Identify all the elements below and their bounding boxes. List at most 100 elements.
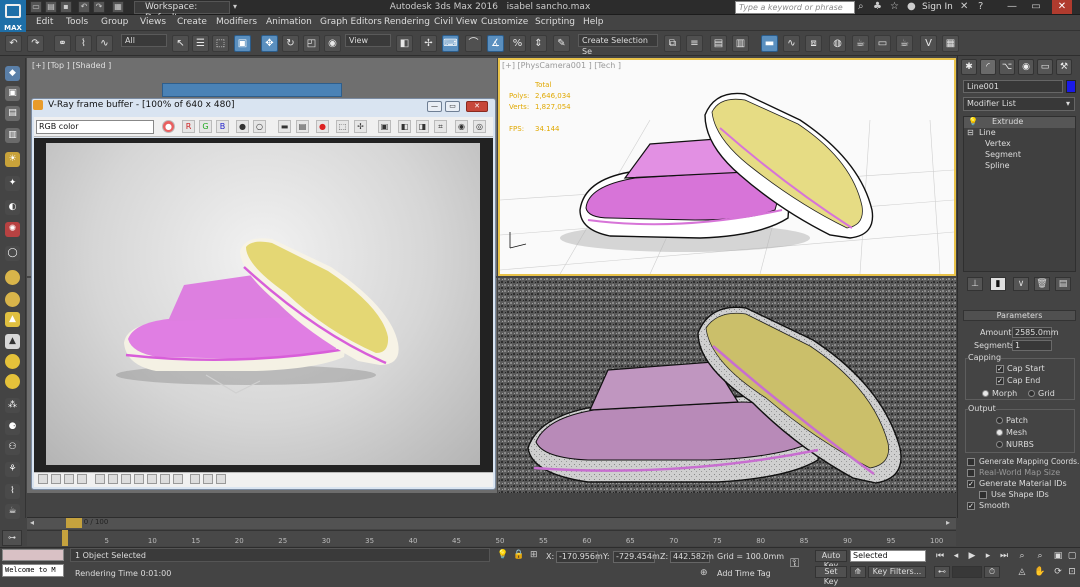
grid-radio[interactable] (1028, 390, 1035, 397)
configure-sets-icon[interactable]: ▤ (1055, 277, 1071, 291)
dynamics-icon[interactable]: ⚈ (5, 420, 20, 435)
reference-coord-dropdown[interactable]: View (345, 34, 391, 47)
vray-displacement-icon[interactable]: ◯ (5, 246, 20, 261)
set-key-mode-icon[interactable]: ⚿ (790, 556, 799, 571)
morph-label[interactable]: Morph (992, 389, 1017, 398)
next-frame-icon[interactable]: ▸ (982, 550, 994, 562)
pivot-center-icon[interactable]: ◧ (396, 35, 413, 52)
pin-stack-icon[interactable]: ⊥ (967, 277, 983, 291)
vfb-curves-icon[interactable] (147, 474, 157, 484)
current-frame-field[interactable] (952, 566, 982, 578)
stack-item-line[interactable]: Line (979, 128, 996, 137)
cone-icon[interactable]: ▲ (5, 312, 20, 327)
vray-render-icon[interactable]: V (920, 35, 937, 52)
redo-icon[interactable]: ↷ (93, 1, 105, 13)
key-filters-button[interactable]: Key Filters... (868, 566, 926, 578)
vfb-save-icon[interactable]: ▬ (278, 120, 291, 133)
mesh-radio[interactable] (996, 429, 1003, 436)
new-file-icon[interactable]: ▭ (30, 1, 42, 13)
link-icon[interactable]: ⚭ (54, 35, 71, 52)
track-bar[interactable] (27, 530, 956, 546)
toggle-layer-explorer-icon[interactable]: ▥ (732, 35, 749, 52)
cap-end-label[interactable]: Cap End (1007, 376, 1040, 385)
gen-mapping-label[interactable]: Generate Mapping Coords. (979, 457, 1079, 466)
viewport-camera[interactable] (498, 58, 956, 276)
stack-item-spline[interactable]: Spline (985, 161, 1010, 170)
unlink-icon[interactable]: ⌇ (75, 35, 92, 52)
patch-radio[interactable] (996, 417, 1003, 424)
scale-icon[interactable]: ◰ (303, 35, 320, 52)
smooth-checkbox[interactable]: ✓ (967, 502, 975, 510)
angle-snap-icon[interactable]: ∡ (487, 35, 504, 52)
exchange-icon[interactable]: ✕ (960, 1, 968, 12)
time-config-icon[interactable]: ⏱ (984, 566, 1000, 578)
vfb-red-channel-button[interactable]: R (182, 120, 195, 133)
zoom-extents-all-icon[interactable]: ▢ (1066, 550, 1078, 562)
timeline-next-icon[interactable]: ▸ (946, 518, 950, 527)
motion-tab-icon[interactable]: ◉ (1018, 59, 1034, 75)
vfb-zoom-icon[interactable] (216, 474, 226, 484)
vfb-lut-icon[interactable] (64, 474, 74, 484)
go-to-start-icon[interactable]: ⏮ (934, 550, 946, 562)
selection-lock-icon[interactable]: 🔒 (513, 550, 524, 560)
schematic-view-icon[interactable]: ⧈ (805, 35, 822, 52)
vfb-channel-dropdown[interactable]: RGB color (36, 120, 154, 134)
toggle-ribbon-icon[interactable]: ▬ (761, 35, 778, 52)
vray-dome-icon[interactable]: ◐ (5, 200, 20, 215)
rotate-icon[interactable]: ↻ (282, 35, 299, 52)
user-icon[interactable]: ● (907, 1, 916, 12)
vfb-lens-effects-icon[interactable]: ◧ (398, 120, 411, 133)
vfb-clear-icon[interactable]: ● (316, 120, 329, 133)
light-bulb-icon[interactable] (5, 354, 20, 369)
real-world-checkbox[interactable] (967, 469, 975, 477)
maxscript-listener-input[interactable]: Welcome to M (2, 564, 64, 577)
vray-settings-icon[interactable]: ▦ (942, 35, 959, 52)
selection-filter-dropdown[interactable]: All (121, 34, 167, 47)
community-icon[interactable]: ♣ (873, 1, 882, 12)
bind-spacewarp-icon[interactable]: ∿ (96, 35, 113, 52)
gen-mapping-checkbox[interactable] (967, 458, 975, 466)
percent-snap-icon[interactable]: % (509, 35, 526, 52)
cap-end-checkbox[interactable]: ✓ (996, 377, 1004, 385)
nurbs-radio[interactable] (996, 441, 1003, 448)
move-icon[interactable]: ✥ (261, 35, 278, 52)
vfb-ocio-icon[interactable] (77, 474, 87, 484)
make-unique-icon[interactable]: ∨ (1013, 277, 1029, 291)
align-icon[interactable]: ≡ (686, 35, 703, 52)
undo-icon[interactable]: ↶ (78, 1, 90, 13)
gen-matids-label[interactable]: Generate Material IDs (979, 479, 1067, 488)
vfb-hsl-icon[interactable] (121, 474, 131, 484)
vfb-levels-icon[interactable] (134, 474, 144, 484)
stack-item-vertex[interactable]: Vertex (985, 139, 1011, 148)
keyboard-shortcut-icon[interactable]: ⌨ (442, 35, 459, 52)
morph-radio[interactable] (982, 390, 989, 397)
modifier-list-chevron-icon[interactable]: ▾ (1066, 99, 1070, 108)
menu-civil-view[interactable]: Civil View (434, 17, 477, 27)
time-slider-track[interactable] (27, 517, 956, 529)
sign-in-link[interactable]: Sign In (922, 2, 953, 12)
vfb-blue-channel-button[interactable]: B (216, 120, 229, 133)
omni-light-icon[interactable] (5, 374, 20, 389)
geosphere-icon[interactable] (5, 292, 20, 307)
viewport-textured[interactable] (498, 278, 956, 493)
maximize-icon[interactable]: ▭ (1026, 0, 1046, 14)
object-color-swatch[interactable] (1066, 80, 1076, 93)
use-shape-ids-label[interactable]: Use Shape IDs (991, 490, 1049, 499)
open-mini-curve-editor-icon[interactable]: ⊶ (2, 530, 22, 546)
favorites-icon[interactable]: ☆ (890, 1, 899, 12)
vray-fur-icon[interactable]: ✺ (5, 222, 20, 237)
vfb-close-icon[interactable]: ✕ (466, 101, 488, 112)
add-time-tag[interactable]: Add Time Tag (717, 569, 771, 578)
toggle-scene-explorer-icon[interactable]: ▤ (710, 35, 727, 52)
modifier-bulb-icon[interactable]: 💡 (968, 117, 978, 126)
menu-scripting[interactable]: Scripting (535, 17, 575, 27)
mirror-icon[interactable]: ⧉ (664, 35, 681, 52)
key-mode-icon[interactable]: ⊷ (934, 566, 950, 578)
maxscript-listener-output[interactable] (2, 549, 64, 561)
create-tab-icon[interactable]: ✱ (961, 59, 977, 75)
vfb-render-icon[interactable]: ◉ (455, 120, 468, 133)
rendered-frame-window-icon[interactable]: ▭ (874, 35, 891, 52)
app-logo[interactable]: MAX (0, 0, 26, 32)
rect-selection-icon[interactable]: ⬚ (212, 35, 229, 52)
isolate-selection-icon[interactable]: 💡 (497, 550, 508, 560)
